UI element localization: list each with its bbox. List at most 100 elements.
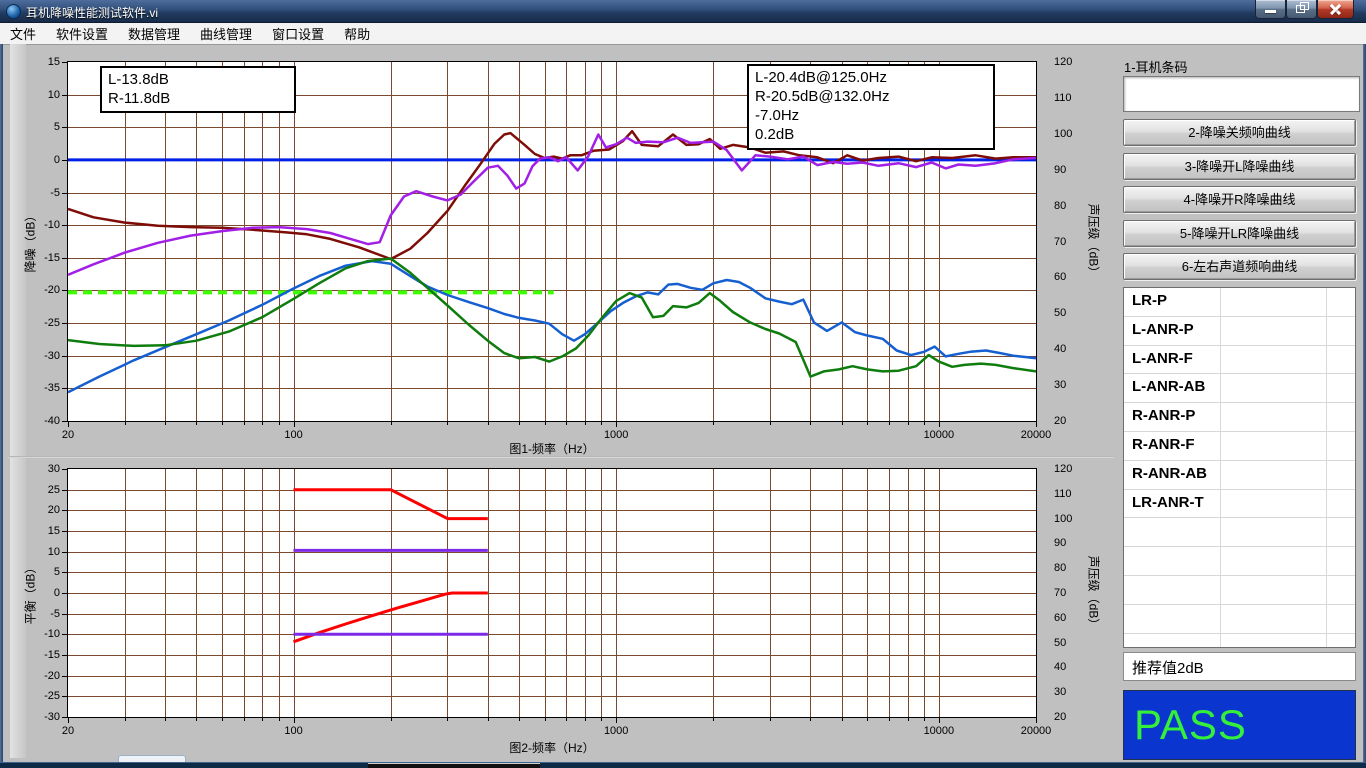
curve-cell	[1327, 605, 1355, 633]
curve-list-row[interactable]	[1124, 634, 1355, 648]
tick-label: 40	[1054, 342, 1088, 356]
cursor-readout-line: 0.2dB	[755, 125, 987, 144]
tick-mark	[62, 258, 67, 259]
tick-mark	[924, 422, 925, 425]
menu-item-0[interactable]: 文件	[0, 22, 46, 45]
tick-label: 120	[1054, 55, 1088, 69]
curve-list-row[interactable]	[1124, 547, 1355, 576]
tick-mark	[222, 718, 223, 721]
tick-mark	[62, 717, 67, 718]
tick-label: 30	[20, 462, 60, 476]
curve-label: L-ANR-P	[1124, 317, 1221, 345]
curve-cell	[1221, 432, 1327, 460]
curve-label: R-ANR-AB	[1124, 461, 1221, 489]
tick-label: 90	[1054, 163, 1088, 177]
tick-mark	[601, 718, 602, 721]
barcode-label: 1-耳机条码	[1124, 57, 1188, 76]
curve-label	[1124, 547, 1221, 575]
tick-mark	[447, 718, 448, 721]
tick-mark	[62, 614, 67, 615]
curve-cell	[1221, 346, 1327, 374]
tick-label: 5	[20, 565, 60, 579]
tick-mark	[62, 696, 67, 697]
tick-mark	[125, 718, 126, 721]
curve-list-row[interactable]	[1124, 605, 1355, 634]
cursor-readout-line: L-20.4dB@125.0Hz	[755, 68, 987, 87]
sidebar-button-4[interactable]: 4-降噪开R降噪曲线	[1123, 186, 1356, 213]
app-icon	[6, 4, 21, 19]
curve-list[interactable]: LR-PL-ANR-PL-ANR-FL-ANR-ABR-ANR-PR-ANR-F…	[1123, 287, 1356, 648]
curve-cell	[1327, 576, 1355, 604]
tick-mark	[62, 62, 67, 63]
menu-item-3[interactable]: 曲线管理	[190, 22, 262, 45]
tick-mark	[62, 531, 67, 532]
window-border-left	[0, 44, 3, 768]
restore-button[interactable]	[1286, 0, 1317, 19]
curve-list-row[interactable]: L-ANR-F	[1124, 346, 1355, 375]
titlebar[interactable]: 耳机降噪性能测试软件.vi	[0, 0, 1366, 23]
curve-cell	[1327, 547, 1355, 575]
cursor-readout-line: R-11.8dB	[108, 89, 288, 108]
tick-mark	[1036, 718, 1037, 723]
tick-label: -5	[20, 186, 60, 200]
curve-list-row[interactable]: L-ANR-P	[1124, 317, 1355, 346]
sidebar-button-3[interactable]: 3-降噪开L降噪曲线	[1123, 153, 1356, 180]
menu-item-1[interactable]: 软件设置	[46, 22, 118, 45]
tick-label: 10000	[909, 724, 969, 738]
curve-list-row[interactable]: R-ANR-AB	[1124, 461, 1355, 490]
minimize-icon	[1265, 10, 1276, 13]
menu-item-5[interactable]: 帮助	[334, 22, 380, 45]
sidebar-button-6[interactable]: 6-左右声道频响曲线	[1123, 253, 1356, 280]
curve-cell	[1221, 605, 1327, 633]
sidebar-button-2[interactable]: 2-降噪关频响曲线	[1123, 119, 1356, 146]
sidebar-button-5[interactable]: 5-降噪开LR降噪曲线	[1123, 220, 1356, 247]
curve-cell	[1327, 518, 1355, 546]
tick-label: -5	[20, 607, 60, 621]
curve-label	[1124, 576, 1221, 604]
curve-cell	[1221, 490, 1327, 518]
chart1-yaxis-right-title: 声压级（dB）	[1086, 204, 1103, 279]
recommend-value: 推荐值2dB	[1123, 652, 1356, 681]
tick-label: 40	[1054, 660, 1088, 674]
tick-mark	[585, 422, 586, 425]
close-button[interactable]	[1317, 0, 1354, 19]
chart2-plot[interactable]	[67, 468, 1037, 718]
tick-label: 70	[1054, 235, 1088, 249]
tick-label: 20	[1054, 414, 1088, 428]
tick-mark	[68, 422, 69, 427]
curve-list-row[interactable]	[1124, 518, 1355, 547]
curve-list-row[interactable]: L-ANR-AB	[1124, 374, 1355, 403]
tick-mark	[244, 718, 245, 721]
tick-label: 80	[1054, 561, 1088, 575]
tick-label: 100	[1054, 512, 1088, 526]
tick-label: 15	[20, 524, 60, 538]
tick-mark	[842, 718, 843, 721]
tick-label: 1000	[586, 724, 646, 738]
tick-mark	[222, 422, 223, 425]
chart-canvas	[68, 469, 1036, 717]
tick-mark	[262, 718, 263, 721]
tick-mark	[62, 510, 67, 511]
minimize-button[interactable]	[1255, 0, 1286, 19]
tick-label: 20	[38, 724, 98, 738]
tick-mark	[585, 718, 586, 721]
curve-label: R-ANR-F	[1124, 432, 1221, 460]
curve-list-row[interactable]: R-ANR-P	[1124, 403, 1355, 432]
curve-cell	[1327, 374, 1355, 402]
tick-label: -30	[20, 349, 60, 363]
taskbar-sliver[interactable]	[0, 762, 1366, 768]
app-window: 耳机降噪性能测试软件.vi 文件软件设置数据管理曲线管理窗口设置帮助 降噪（dB…	[0, 0, 1366, 768]
curve-list-row[interactable]: LR-ANR-T	[1124, 490, 1355, 519]
tick-label: 50	[1054, 306, 1088, 320]
curve-list-row[interactable]: R-ANR-F	[1124, 432, 1355, 461]
curve-list-row[interactable]: LR-P	[1124, 288, 1355, 317]
menu-item-4[interactable]: 窗口设置	[262, 22, 334, 45]
curve-cell	[1221, 576, 1327, 604]
barcode-input[interactable]	[1123, 76, 1360, 112]
curve-list-row[interactable]	[1124, 576, 1355, 605]
curve-label	[1124, 518, 1221, 546]
tick-mark	[713, 718, 714, 721]
taskbar-item-sliver[interactable]	[368, 763, 540, 768]
menu-item-2[interactable]: 数据管理	[118, 22, 190, 45]
tick-mark	[62, 634, 67, 635]
